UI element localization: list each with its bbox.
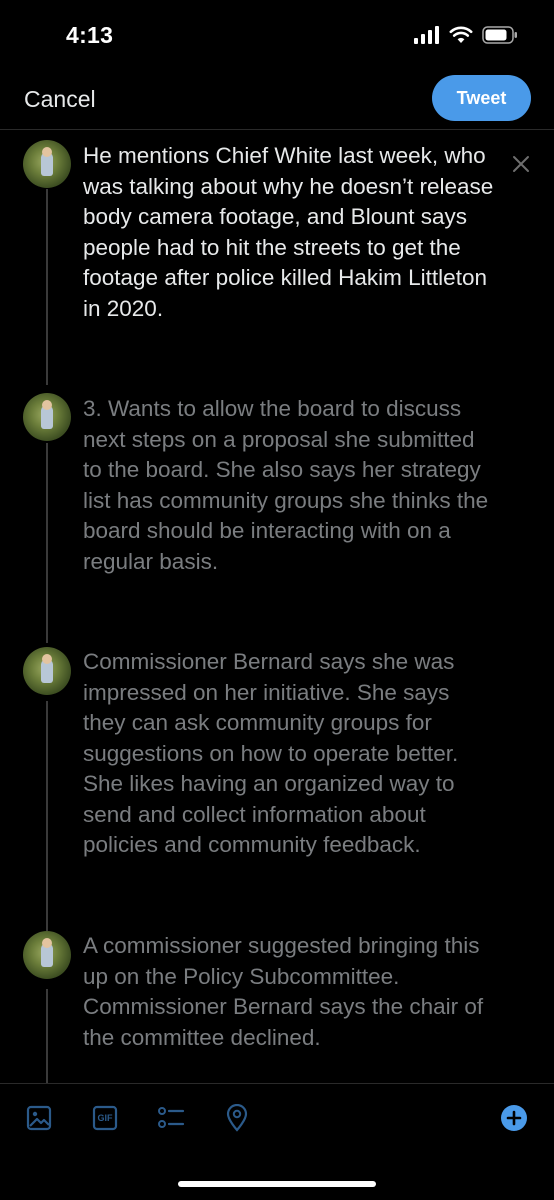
- thread-connector-line: [46, 989, 48, 1083]
- status-icons: [414, 26, 518, 44]
- gif-label: GIF: [97, 1113, 113, 1123]
- location-button[interactable]: [223, 1104, 251, 1132]
- close-icon[interactable]: [510, 153, 532, 175]
- status-bar: 4:13: [0, 0, 554, 70]
- tweet-text-field[interactable]: 3. Wants to allow the board to discuss n…: [83, 394, 495, 577]
- thread-connector-line: [46, 443, 48, 643]
- gif-button[interactable]: GIF: [91, 1104, 119, 1132]
- avatar: [23, 393, 71, 441]
- tweet-button[interactable]: Tweet: [432, 75, 531, 121]
- image-button[interactable]: [25, 1104, 53, 1132]
- location-icon: [226, 1104, 248, 1132]
- add-tweet-button[interactable]: [500, 1104, 528, 1132]
- poll-button[interactable]: [157, 1104, 185, 1132]
- tweet-text-field[interactable]: Commissioner Bernard says she was impres…: [83, 647, 495, 861]
- add-tweet-icon: [501, 1105, 527, 1131]
- cancel-button[interactable]: Cancel: [24, 86, 96, 113]
- compose-header: Cancel Tweet: [0, 70, 554, 130]
- tweet-text-field[interactable]: He mentions Chief White last week, who w…: [83, 141, 495, 324]
- thread-composer: He mentions Chief White last week, who w…: [0, 131, 554, 1083]
- thread-connector-line: [46, 701, 48, 931]
- poll-icon: [158, 1107, 185, 1128]
- battery-icon: [482, 26, 517, 44]
- home-indicator[interactable]: [178, 1181, 376, 1187]
- compose-toolbar: GIF: [0, 1083, 554, 1153]
- tweet-text-field[interactable]: A commissioner suggested bringing this u…: [83, 931, 495, 1053]
- image-icon: [26, 1105, 52, 1131]
- status-time: 4:13: [66, 22, 114, 48]
- avatar: [23, 140, 71, 188]
- avatar: [23, 931, 71, 979]
- avatar: [23, 647, 71, 695]
- thread-connector-line: [46, 189, 48, 385]
- wifi-icon: [449, 26, 473, 43]
- cellular-signal-icon: [414, 26, 439, 44]
